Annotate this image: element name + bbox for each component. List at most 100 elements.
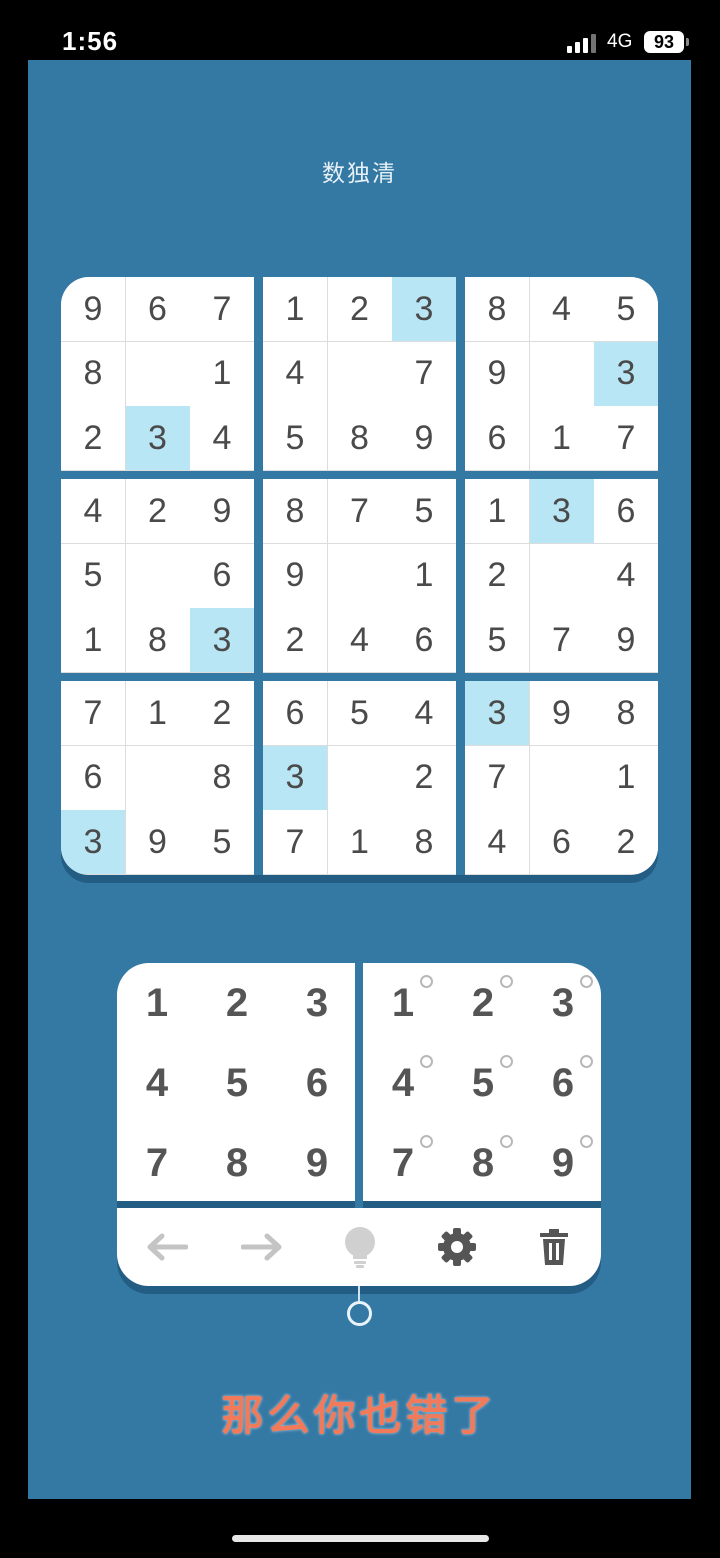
sudoku-cell[interactable]: 9 <box>263 543 327 608</box>
undo-arrow-icon[interactable] <box>141 1222 191 1272</box>
sudoku-cell[interactable]: 2 <box>327 277 392 341</box>
sudoku-cell[interactable] <box>327 543 392 608</box>
sudoku-cell[interactable]: 6 <box>594 479 658 543</box>
note-key-1[interactable]: 1 <box>363 963 443 1043</box>
sudoku-cell[interactable]: 9 <box>190 479 254 543</box>
sudoku-cell[interactable]: 9 <box>594 608 658 672</box>
sudoku-cell[interactable]: 2 <box>594 810 658 874</box>
sudoku-cell[interactable]: 7 <box>327 479 392 543</box>
sudoku-cell[interactable]: 6 <box>125 277 190 341</box>
sudoku-cell[interactable]: 3 <box>392 277 456 341</box>
sudoku-cell[interactable]: 9 <box>125 810 190 874</box>
sudoku-cell[interactable]: 2 <box>190 681 254 745</box>
sudoku-cell[interactable] <box>327 341 392 406</box>
sudoku-cell[interactable] <box>529 341 594 406</box>
sudoku-cell[interactable]: 5 <box>190 810 254 874</box>
sudoku-cell[interactable]: 6 <box>465 406 529 470</box>
sudoku-cell[interactable] <box>529 745 594 810</box>
redo-arrow-icon[interactable] <box>238 1222 288 1272</box>
sudoku-cell[interactable]: 5 <box>327 681 392 745</box>
sudoku-cell[interactable]: 3 <box>125 406 190 470</box>
sudoku-cell[interactable]: 5 <box>594 277 658 341</box>
sudoku-cell[interactable]: 3 <box>190 608 254 672</box>
number-key-3[interactable]: 3 <box>277 963 357 1043</box>
sudoku-cell[interactable]: 4 <box>61 479 125 543</box>
sudoku-cell[interactable]: 6 <box>190 543 254 608</box>
sudoku-cell[interactable]: 6 <box>263 681 327 745</box>
note-key-5[interactable]: 5 <box>443 1043 523 1123</box>
number-key-8[interactable]: 8 <box>197 1123 277 1203</box>
number-key-5[interactable]: 5 <box>197 1043 277 1123</box>
sudoku-cell[interactable]: 5 <box>465 608 529 672</box>
toolbar-handle[interactable] <box>347 1301 372 1326</box>
note-key-7[interactable]: 7 <box>363 1123 443 1203</box>
sudoku-cell[interactable]: 8 <box>190 745 254 810</box>
note-key-9[interactable]: 9 <box>523 1123 603 1203</box>
sudoku-cell[interactable]: 7 <box>61 681 125 745</box>
delete-trash-icon[interactable] <box>529 1222 579 1272</box>
sudoku-cell[interactable]: 9 <box>392 406 456 470</box>
sudoku-cell[interactable]: 8 <box>392 810 456 874</box>
sudoku-cell[interactable]: 1 <box>392 543 456 608</box>
sudoku-cell[interactable]: 8 <box>125 608 190 672</box>
sudoku-cell[interactable]: 8 <box>263 479 327 543</box>
sudoku-cell[interactable] <box>125 745 190 810</box>
settings-gear-icon[interactable] <box>432 1222 482 1272</box>
number-key-7[interactable]: 7 <box>117 1123 197 1203</box>
number-key-2[interactable]: 2 <box>197 963 277 1043</box>
sudoku-cell[interactable]: 1 <box>529 406 594 470</box>
sudoku-cell[interactable]: 1 <box>61 608 125 672</box>
number-key-6[interactable]: 6 <box>277 1043 357 1123</box>
sudoku-cell[interactable]: 6 <box>529 810 594 874</box>
sudoku-cell[interactable]: 3 <box>594 341 658 406</box>
sudoku-cell[interactable]: 4 <box>594 543 658 608</box>
sudoku-cell[interactable]: 6 <box>61 745 125 810</box>
sudoku-cell[interactable]: 1 <box>594 745 658 810</box>
number-key-9[interactable]: 9 <box>277 1123 357 1203</box>
note-key-8[interactable]: 8 <box>443 1123 523 1203</box>
sudoku-cell[interactable]: 3 <box>529 479 594 543</box>
sudoku-cell[interactable] <box>529 543 594 608</box>
sudoku-cell[interactable]: 8 <box>594 681 658 745</box>
sudoku-cell[interactable]: 9 <box>61 277 125 341</box>
sudoku-cell[interactable]: 5 <box>263 406 327 470</box>
note-key-6[interactable]: 6 <box>523 1043 603 1123</box>
sudoku-cell[interactable]: 5 <box>392 479 456 543</box>
sudoku-cell[interactable]: 5 <box>61 543 125 608</box>
sudoku-cell[interactable]: 4 <box>529 277 594 341</box>
sudoku-cell[interactable]: 8 <box>327 406 392 470</box>
sudoku-cell[interactable]: 9 <box>465 341 529 406</box>
sudoku-cell[interactable]: 1 <box>327 810 392 874</box>
sudoku-cell[interactable]: 4 <box>327 608 392 672</box>
number-key-4[interactable]: 4 <box>117 1043 197 1123</box>
sudoku-cell[interactable]: 4 <box>190 406 254 470</box>
sudoku-cell[interactable]: 1 <box>465 479 529 543</box>
sudoku-cell[interactable]: 7 <box>465 745 529 810</box>
sudoku-cell[interactable]: 8 <box>61 341 125 406</box>
hint-bulb-icon[interactable] <box>335 1222 385 1272</box>
sudoku-cell[interactable]: 7 <box>263 810 327 874</box>
sudoku-cell[interactable]: 6 <box>392 608 456 672</box>
number-key-1[interactable]: 1 <box>117 963 197 1043</box>
sudoku-cell[interactable]: 2 <box>263 608 327 672</box>
sudoku-cell[interactable]: 4 <box>392 681 456 745</box>
sudoku-cell[interactable]: 2 <box>125 479 190 543</box>
sudoku-cell[interactable]: 2 <box>392 745 456 810</box>
sudoku-cell[interactable]: 2 <box>465 543 529 608</box>
note-key-3[interactable]: 3 <box>523 963 603 1043</box>
sudoku-cell[interactable]: 4 <box>263 341 327 406</box>
sudoku-cell[interactable]: 1 <box>263 277 327 341</box>
sudoku-cell[interactable]: 7 <box>190 277 254 341</box>
sudoku-cell[interactable]: 2 <box>61 406 125 470</box>
note-key-4[interactable]: 4 <box>363 1043 443 1123</box>
sudoku-cell[interactable]: 3 <box>61 810 125 874</box>
sudoku-cell[interactable] <box>327 745 392 810</box>
home-indicator[interactable] <box>232 1535 489 1542</box>
sudoku-cell[interactable]: 3 <box>263 745 327 810</box>
sudoku-cell[interactable]: 9 <box>529 681 594 745</box>
sudoku-cell[interactable]: 7 <box>392 341 456 406</box>
sudoku-cell[interactable]: 1 <box>190 341 254 406</box>
sudoku-cell[interactable]: 7 <box>594 406 658 470</box>
sudoku-cell[interactable] <box>125 543 190 608</box>
sudoku-cell[interactable]: 4 <box>465 810 529 874</box>
